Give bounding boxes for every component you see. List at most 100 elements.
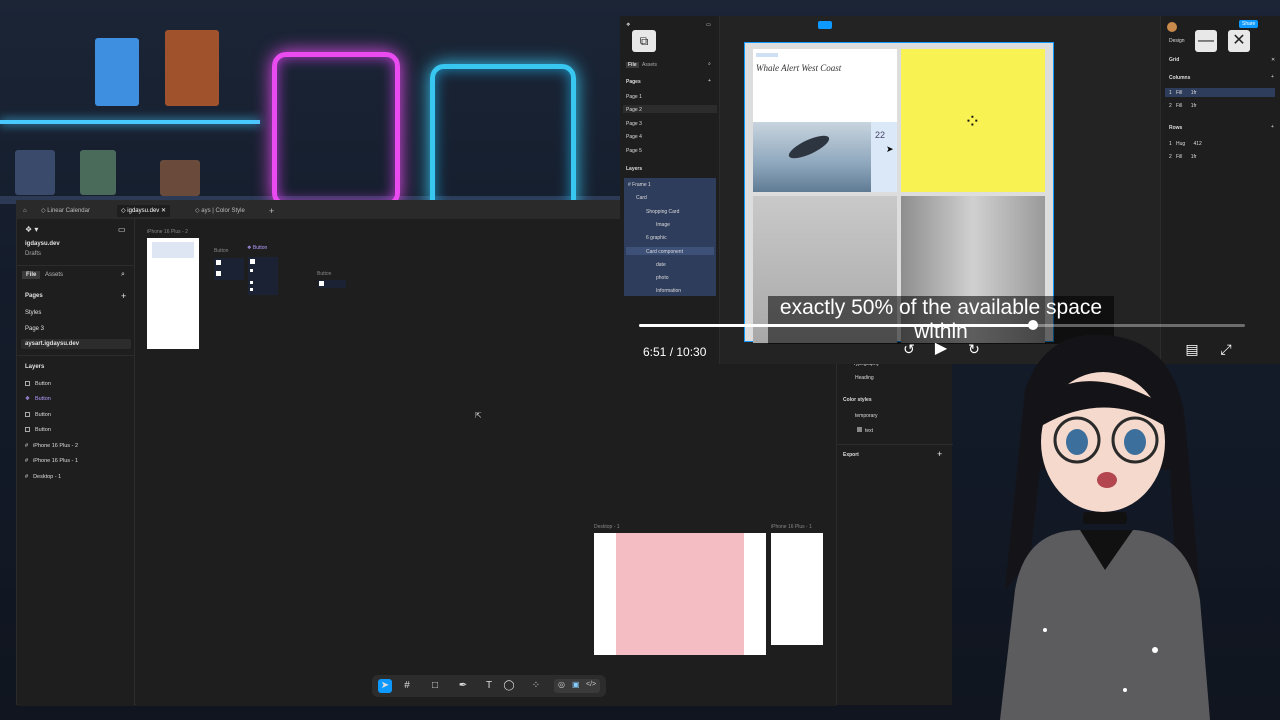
close-button[interactable]: ✕ [1228, 30, 1250, 52]
button-swatch [250, 259, 255, 264]
prototype-mode-icon[interactable]: ▣ [572, 680, 580, 689]
layer-graphic: 6 graphic [646, 235, 667, 241]
layer-desktop-1[interactable]: # Desktop - 1 [25, 474, 61, 480]
design-mode-icon[interactable]: ◎ [558, 680, 565, 689]
share-button: Share [1239, 20, 1259, 28]
tab-assets[interactable]: Assets [45, 272, 63, 278]
tab-igdaysu[interactable]: ◇ igdaysu.dev ✕ [117, 205, 171, 217]
swatch-icon [857, 427, 862, 432]
divider [17, 265, 135, 266]
neon-sign-pink [272, 52, 400, 207]
frame-icon [25, 381, 30, 387]
tab-linear-calendar[interactable]: ◇ Linear Calendar [41, 205, 90, 217]
paint-splatter [1043, 628, 1047, 632]
date-panel: 22 [871, 122, 897, 192]
add-export-button[interactable]: + [937, 449, 942, 459]
layer-button[interactable]: Button [25, 412, 51, 418]
home-icon[interactable]: ⌂ [23, 205, 27, 217]
frame-iphone1[interactable] [771, 533, 823, 645]
add-page-button[interactable]: + [121, 291, 126, 301]
frame-iphone2[interactable] [147, 238, 199, 349]
subtitle-line-1: exactly 50% of the available space [779, 296, 1103, 319]
actions-icon[interactable]: ⁘ [529, 679, 543, 693]
frame-label-button[interactable]: Button [317, 271, 331, 277]
page-item-styles[interactable]: Styles [25, 310, 41, 316]
grid-frame-icon: # [25, 458, 29, 464]
button-swatch [250, 281, 253, 284]
button-component[interactable] [248, 257, 278, 295]
layer-button[interactable]: Button [25, 427, 51, 433]
shape-tool-icon[interactable]: □ [428, 679, 442, 693]
button-frame[interactable] [214, 258, 244, 280]
cursor-icon: ⇱ [475, 411, 482, 420]
tab-color-style[interactable]: ◇ ays | Color Style [195, 205, 245, 217]
mode-switch[interactable]: ◎ ▣ </> [554, 679, 600, 693]
add-column-icon: + [1271, 74, 1274, 80]
layer-button-component[interactable]: ❖ Button [25, 396, 51, 402]
dev-mode-icon[interactable]: </> [586, 681, 596, 688]
rewind-icon[interactable]: ↺ [900, 340, 918, 358]
pages-heading: Pages [25, 293, 43, 299]
whale-shape [786, 131, 832, 163]
text-tool-icon[interactable]: T [482, 679, 496, 693]
pixel-figure [80, 150, 116, 195]
frame-icon [25, 427, 30, 433]
column-2: 2 Fill 1fr [1169, 103, 1197, 109]
color-style-text[interactable]: text [857, 427, 873, 434]
color-group-temporary[interactable]: temporary [855, 413, 878, 419]
frame-desktop1[interactable] [594, 533, 766, 655]
layer-iphone-1[interactable]: # iPhone 16 Plus - 1 [25, 458, 78, 464]
forward-icon[interactable]: ↻ [965, 340, 983, 358]
picture-in-picture-icon[interactable]: ⧉ [632, 30, 656, 52]
add-row-icon: + [1271, 124, 1274, 130]
figma-logo-icon: ⁘ [964, 111, 981, 133]
bottom-toolbar: ➤ # □ ✒ T ◯ ⁘ ◎ ▣ </> [372, 675, 606, 697]
move-tool-icon[interactable]: ➤ [378, 679, 392, 693]
pages-heading: Pages [626, 79, 641, 85]
vtuber-avatar [1000, 334, 1210, 720]
tab-file[interactable]: File [22, 271, 41, 279]
component-label-button[interactable]: ❖ Button [247, 245, 267, 251]
layer-button[interactable]: Button [25, 381, 51, 387]
button-swatch [216, 260, 221, 265]
new-tab-button[interactable]: + [269, 205, 274, 217]
card-date: 22 [875, 130, 886, 140]
page-item-aysart[interactable]: aysart.igdaysu.dev [25, 341, 79, 347]
search-icon: ⌕ [708, 61, 711, 67]
grid-frame-icon: # [25, 443, 29, 449]
layers-heading: Layers [25, 364, 45, 370]
search-icon[interactable]: ⌕ [121, 271, 125, 279]
button-swatch [250, 288, 253, 291]
layer-card: Card [636, 195, 647, 201]
frame-label-button[interactable]: Button [214, 248, 228, 254]
pen-tool-icon[interactable]: ✒ [456, 679, 470, 693]
figma-menu-icon[interactable]: ❖ ▾ [25, 225, 38, 234]
page-item: Page 1 [626, 94, 642, 100]
play-icon[interactable]: ▶ [932, 340, 950, 358]
neon-sign-blue [430, 64, 576, 214]
design-tab: Design [1169, 38, 1185, 44]
pink-block [616, 533, 744, 655]
frame-tool-icon[interactable]: # [400, 679, 414, 693]
progress-handle[interactable] [1027, 320, 1038, 330]
sidebar-toggle-icon[interactable]: ▭ [118, 225, 126, 234]
layer-iphone-2[interactable]: # iPhone 16 Plus - 2 [25, 443, 78, 449]
page-item-page3[interactable]: Page 3 [25, 326, 44, 332]
heading-style[interactable]: Heading [855, 375, 874, 381]
selection-badge [818, 21, 832, 29]
figma-menu-icon: ❖ [626, 22, 631, 28]
frame-label-iphone1[interactable]: iPhone 16 Plus - 1 [771, 524, 812, 530]
grid-heading: Grid [1169, 57, 1180, 63]
minimize-button[interactable]: — [1195, 30, 1217, 52]
comment-tool-icon[interactable]: ◯ [502, 679, 516, 693]
file-name[interactable]: igdaysu.dev [25, 241, 60, 247]
mouth [1097, 472, 1117, 488]
rows-heading: Rows [1169, 125, 1183, 131]
divider [837, 444, 953, 445]
card-whale: Whale Alert West Coast 22 [753, 49, 897, 192]
button-swatch [319, 281, 324, 286]
frame-label-desktop1[interactable]: Desktop - 1 [594, 524, 620, 530]
frame-label-iphone2[interactable]: iPhone 16 Plus - 2 [147, 229, 188, 235]
color-styles-heading: Color styles [843, 397, 872, 403]
button-instance[interactable] [318, 280, 346, 288]
